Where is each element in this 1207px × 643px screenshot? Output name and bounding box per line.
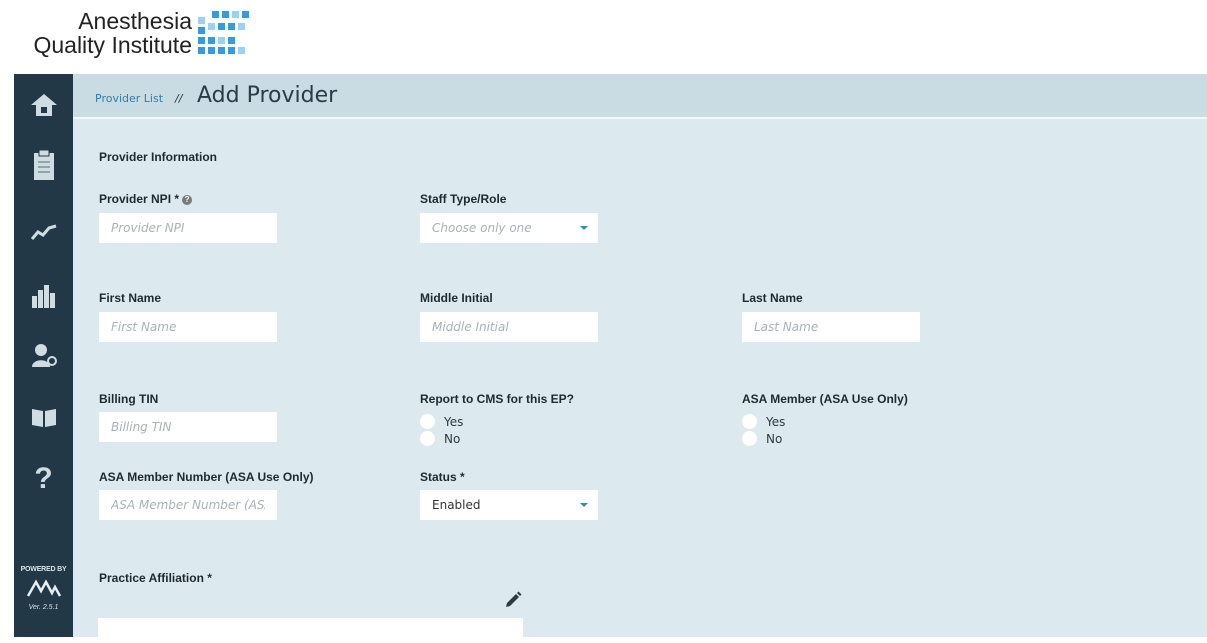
practice-affiliation-label: Practice Affiliation * <box>99 571 212 585</box>
nav-library[interactable] <box>14 392 73 442</box>
radio-label-no: No <box>766 431 783 446</box>
staff-type-value: Choose only one <box>432 221 532 235</box>
first-name-label: First Name <box>99 291 162 305</box>
status-value: Enabled <box>432 498 481 512</box>
trend-line-icon <box>30 224 56 240</box>
last-name-input[interactable] <box>742 312 920 342</box>
asa-member-number-label: ASA Member Number (ASA Use Only) <box>99 470 314 484</box>
brand-logo[interactable]: Anesthesia Quality Institute <box>20 8 260 58</box>
report-cms-no-radio[interactable]: No <box>420 431 460 446</box>
practice-affiliation-list[interactable] <box>98 618 523 643</box>
brand-name-line2: Quality Institute <box>33 32 192 58</box>
provider-npi-label-wrap: Provider NPI *? <box>99 192 193 206</box>
radio-label-no: No <box>444 431 461 446</box>
radio-circle[interactable] <box>420 414 435 429</box>
nav-admin[interactable] <box>14 330 73 380</box>
nav-help[interactable]: ? <box>14 454 73 504</box>
version-label: Ver. 2.5.1 <box>28 604 59 611</box>
chevron-down-icon <box>580 503 588 507</box>
book-icon <box>31 409 56 427</box>
provider-npi-input[interactable] <box>99 213 277 243</box>
sidebar-nav: ? POWERED BY Ver. 2.5.1 <box>14 74 73 637</box>
billing-tin-input[interactable] <box>99 412 277 442</box>
logo-grid-icon <box>198 11 249 54</box>
middle-initial-input[interactable] <box>420 312 598 342</box>
status-select[interactable]: Enabled <box>420 490 598 520</box>
nav-trends[interactable] <box>14 207 73 257</box>
radio-label-yes: Yes <box>766 414 786 429</box>
nav-reports[interactable] <box>14 271 73 321</box>
report-cms-yes-radio[interactable]: Yes <box>420 414 463 429</box>
radio-circle[interactable] <box>742 414 757 429</box>
page-title: Add Provider <box>197 83 338 108</box>
staff-type-label: Staff Type/Role <box>420 192 507 206</box>
breadcrumb-provider-list-link[interactable]: Provider List <box>95 92 163 105</box>
status-label: Status * <box>420 470 465 484</box>
powered-by-badge: POWERED BY Ver. 2.5.1 <box>14 566 73 611</box>
asa-member-yes-radio[interactable]: Yes <box>742 414 785 429</box>
provider-npi-label: Provider NPI * <box>99 192 180 206</box>
question-icon[interactable]: ? <box>182 194 193 205</box>
section-title: Provider Information <box>99 150 218 164</box>
asa-member-no-radio[interactable]: No <box>742 431 782 446</box>
home-icon <box>30 94 57 116</box>
chevron-down-icon <box>580 226 588 230</box>
mountain-logo-icon <box>26 579 61 597</box>
breadcrumb-separator: // <box>175 92 183 105</box>
asa-member-label: ASA Member (ASA Use Only) <box>742 392 908 406</box>
last-name-label: Last Name <box>742 291 803 305</box>
report-cms-label: Report to CMS for this EP? <box>420 392 574 406</box>
middle-initial-label: Middle Initial <box>420 291 493 305</box>
clipboard-icon <box>33 149 54 180</box>
staff-type-select[interactable]: Choose only one <box>420 213 598 243</box>
breadcrumb-bar: Provider List // Add Provider <box>73 74 1207 119</box>
radio-circle[interactable] <box>420 431 435 446</box>
powered-by-label: POWERED BY <box>20 566 67 573</box>
brand-name-line1: Anesthesia <box>78 8 192 34</box>
help-icon: ? <box>34 462 53 495</box>
user-settings-icon <box>31 344 57 367</box>
radio-label-yes: Yes <box>444 414 464 429</box>
radio-circle[interactable] <box>742 431 757 446</box>
first-name-input[interactable] <box>99 312 277 342</box>
main-content: Provider List // Add Provider Provider I… <box>73 74 1207 643</box>
pencil-edit-icon[interactable] <box>503 590 523 610</box>
nav-home[interactable] <box>14 80 73 130</box>
nav-clipboard[interactable] <box>14 140 73 190</box>
bar-chart-icon <box>31 285 55 308</box>
asa-member-number-input[interactable] <box>99 490 277 520</box>
billing-tin-label: Billing TIN <box>99 392 159 406</box>
